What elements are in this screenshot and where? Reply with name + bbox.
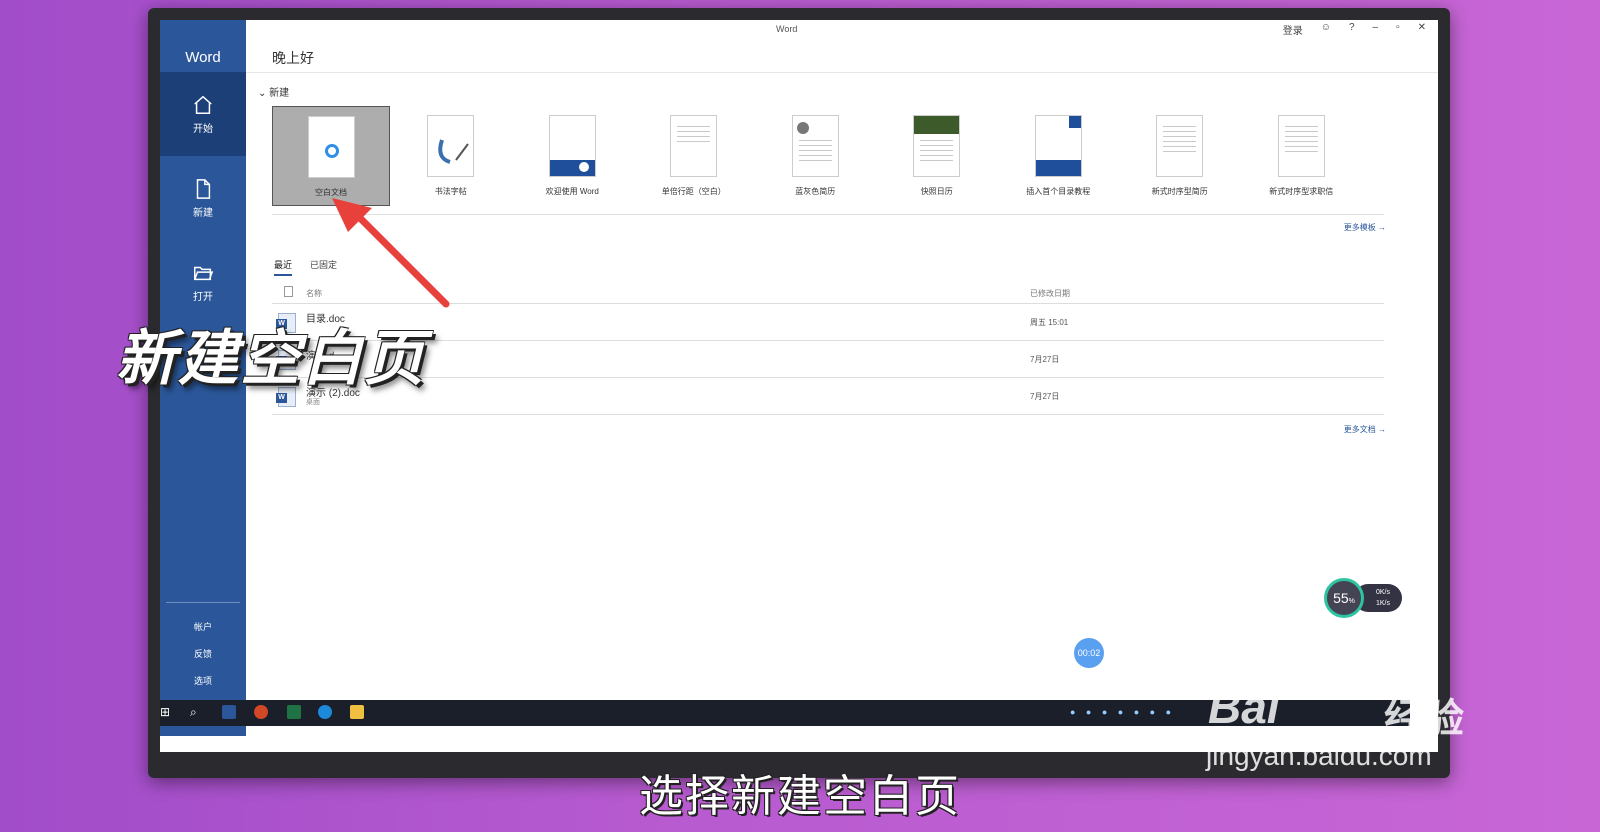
watermark-url: jingyan.baidu.com (1206, 740, 1432, 771)
baidu-watermark-jingyan: 经验 (1384, 697, 1464, 741)
baidu-watermark-logo: Bai (1208, 681, 1280, 733)
red-arrow-annotation (332, 198, 450, 308)
overlay-caption: 新建空白页 (116, 325, 426, 392)
